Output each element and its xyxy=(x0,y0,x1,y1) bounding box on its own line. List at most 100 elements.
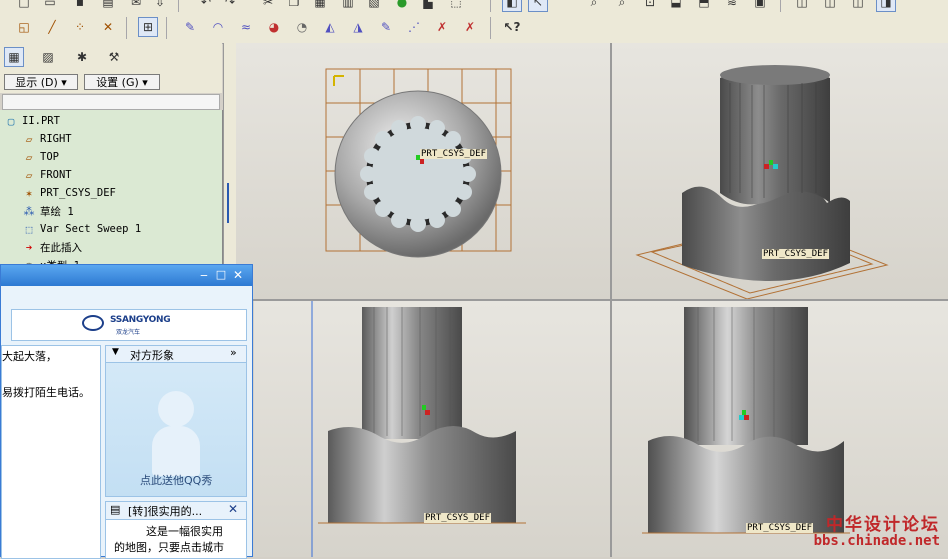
mirror-icon[interactable]: ⋰ xyxy=(404,17,424,37)
paste-special-icon[interactable]: ▥ xyxy=(338,0,358,12)
undo-icon[interactable]: ↶ xyxy=(196,0,216,12)
viewport-front[interactable]: PRT_CSYS_DEF xyxy=(254,301,610,557)
view-manager-icon[interactable]: ▣ xyxy=(750,0,770,12)
tree-item-insert-here[interactable]: ➔ 在此插入 xyxy=(22,238,82,256)
coord-sys-icon[interactable]: ✕ xyxy=(98,17,118,37)
news-icon: ▤ xyxy=(110,503,121,516)
connections-tab[interactable]: ⚒ xyxy=(104,47,124,67)
rib-icon[interactable]: ◭ xyxy=(320,17,340,37)
wireframe-icon[interactable]: ◫ xyxy=(792,0,812,12)
brand-name: SSANGYONG xyxy=(110,315,171,325)
viewport-top[interactable]: PRT_CSYS_DEF xyxy=(236,43,610,299)
tree-item-sketch[interactable]: ⁂ 草绘 1 xyxy=(22,202,74,220)
hole-icon[interactable]: ◕ xyxy=(264,17,284,37)
refit-icon[interactable]: ⊡ xyxy=(640,0,660,12)
select-icon[interactable]: ↖ xyxy=(528,0,548,12)
show-menu[interactable]: 显示 (D) ▾ xyxy=(4,74,78,90)
export-icon[interactable]: ⇩ xyxy=(150,0,170,12)
tree-item-sweep[interactable]: ⬚ Var Sect Sweep 1 xyxy=(22,220,141,238)
draft-icon[interactable]: ◮ xyxy=(348,17,368,37)
coord-sys-icon: ✶ xyxy=(25,186,33,200)
favorites-tab[interactable]: ✱ xyxy=(72,47,92,67)
tree-item-label: FRONT xyxy=(40,169,72,181)
collapse-arrow-icon[interactable]: ▼ xyxy=(112,347,119,357)
cut-icon[interactable]: ✂ xyxy=(258,0,278,12)
view-mode-icon[interactable]: ◧ xyxy=(502,0,522,12)
paste-icon[interactable]: ▦ xyxy=(310,0,330,12)
navigator-tabs: ▦ ▨ ✱ ⚒ xyxy=(0,43,222,72)
pattern-icon[interactable]: ✎ xyxy=(376,17,396,37)
csys-label: PRT_CSYS_DEF xyxy=(424,513,492,523)
regenerate-icon[interactable]: ● xyxy=(392,0,412,12)
news-close-icon[interactable]: ✕ xyxy=(228,502,238,516)
chamfer-icon[interactable]: ≈ xyxy=(236,17,256,37)
qq-show-link[interactable]: 点此送他QQ秀 xyxy=(140,472,212,488)
sketch-icon[interactable]: ✎ xyxy=(180,17,200,37)
select-box-icon[interactable]: ⬚ xyxy=(446,0,466,12)
viewport-iso[interactable]: PRT_CSYS_DEF xyxy=(612,43,948,299)
expand-icon[interactable]: » xyxy=(230,346,237,359)
news-title[interactable]: [转]很实用的... xyxy=(128,503,202,519)
panel-header[interactable]: ▼ 对方形象 » xyxy=(106,346,246,363)
ad-banner[interactable]: SSANGYONG 双龙汽车 xyxy=(11,309,247,341)
tree-item-label: 在此插入 xyxy=(40,241,82,254)
tree-item-csys[interactable]: ✶ PRT_CSYS_DEF xyxy=(22,184,116,202)
datum-plane-icon: ▱ xyxy=(25,132,33,146)
tree-item-top[interactable]: ▱ TOP xyxy=(22,148,59,166)
zoom-in-icon[interactable]: ⌕ xyxy=(584,0,604,12)
close-button[interactable]: ✕ xyxy=(231,268,245,282)
email-icon[interactable]: ✉ xyxy=(126,0,146,12)
datum-point-icon[interactable]: ⁘ xyxy=(70,17,90,37)
avatar-body-shape xyxy=(152,426,200,476)
watermark-line2: bbs.chinade.net xyxy=(813,533,940,549)
tree-item-front[interactable]: ▱ FRONT xyxy=(22,166,72,184)
chat-history: 大起大落， 易拨打陌生电话。 xyxy=(1,345,101,559)
trim-icon[interactable]: ✗ xyxy=(432,17,452,37)
avatar-panel: ▼ 对方形象 » 点此送他QQ秀 xyxy=(105,345,247,497)
datum-plane-icon: ▱ xyxy=(25,150,33,164)
viewport-divider-horizontal xyxy=(236,299,948,301)
model-tree-tab[interactable]: ▦ xyxy=(4,47,24,67)
hidden-line-icon[interactable]: ◫ xyxy=(820,0,840,12)
copy-icon[interactable]: ❐ xyxy=(284,0,304,12)
news-panel: ▤ [转]很实用的... ✕ 这是一幅很实用 的地图，只要点击城市 xyxy=(105,501,247,559)
sweep-icon: ⬚ xyxy=(25,222,33,236)
copy-special-icon[interactable]: ▧ xyxy=(364,0,384,12)
tree-filter-strip xyxy=(2,94,220,110)
datum-axis-icon[interactable]: ╱ xyxy=(42,17,62,37)
shade-icon[interactable]: ◨ xyxy=(876,0,896,12)
save-icon[interactable]: ▪ xyxy=(70,0,90,12)
qq-title-bar[interactable]: ‒ □ ✕ xyxy=(1,265,252,286)
settings-menu[interactable]: 设置 (G) ▾ xyxy=(84,74,160,90)
no-hidden-icon[interactable]: ◫ xyxy=(848,0,868,12)
grid-icon[interactable]: ⊞ xyxy=(138,17,158,37)
shell-icon[interactable]: ◔ xyxy=(292,17,312,37)
folder-browser-tab[interactable]: ▨ xyxy=(38,47,58,67)
help-icon[interactable]: ↖? xyxy=(502,17,522,37)
extend-icon[interactable]: ✗ xyxy=(460,17,480,37)
open-file-icon[interactable]: ▭ xyxy=(40,0,60,12)
model-tree: ▢ II.PRT ▱ RIGHT ▱ TOP ▱ FRONT ✶ PRT_CSY… xyxy=(0,110,223,272)
top-view-graphic xyxy=(325,68,512,258)
tree-item-part[interactable]: ▢ II.PRT xyxy=(4,112,60,130)
round-icon[interactable]: ◠ xyxy=(208,17,228,37)
tree-menu-bar: 显示 (D) ▾ 设置 (G) ▾ xyxy=(0,71,222,93)
tree-item-label: PRT_CSYS_DEF xyxy=(40,187,116,199)
saved-views-icon[interactable]: ⬒ xyxy=(694,0,714,12)
print-icon[interactable]: ▤ xyxy=(98,0,118,12)
find-icon[interactable]: ▙ xyxy=(418,0,438,12)
qq-chat-window[interactable]: ‒ □ ✕ SSANGYONG 双龙汽车 大起大落， 易拨打陌生电话。 ▼ 对方… xyxy=(0,264,253,559)
sketch-icon: ⁂ xyxy=(23,204,35,218)
minimize-button[interactable]: ‒ xyxy=(197,268,211,282)
redo-icon[interactable]: ↷ xyxy=(220,0,240,12)
datum-plane-icon[interactable]: ◱ xyxy=(14,17,34,37)
chat-text-line: 大起大落， xyxy=(2,350,57,363)
zoom-out-icon[interactable]: ⌕ xyxy=(612,0,632,12)
datum-plane-icon: ▱ xyxy=(25,168,33,182)
maximize-button[interactable]: □ xyxy=(214,268,228,282)
tree-item-right[interactable]: ▱ RIGHT xyxy=(22,130,72,148)
orient-icon[interactable]: ⬓ xyxy=(666,0,686,12)
layers-icon[interactable]: ≋ xyxy=(722,0,742,12)
new-file-icon[interactable]: □ xyxy=(14,0,34,12)
toolbar-row-1: □ ▭ ▪ ▤ ✉ ⇩ ↶ ↷ ✂ ❐ ▦ ▥ ▧ ● ▙ ⬚ ◧ ↖ ⌕ ⌕ … xyxy=(0,0,948,13)
